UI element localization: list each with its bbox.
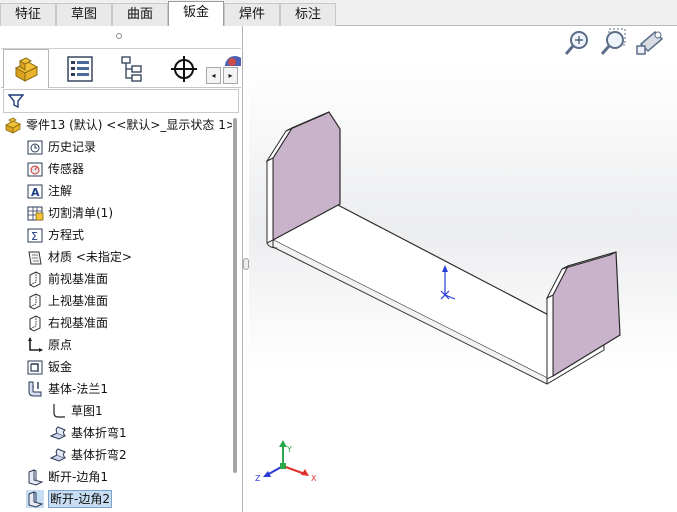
dimxpert-manager-tab[interactable] <box>161 49 207 88</box>
appearance-icon <box>225 56 241 66</box>
filter-icon[interactable] <box>8 93 24 109</box>
sketch-icon <box>49 402 67 420</box>
tab-sketch[interactable]: 草图 <box>56 3 112 26</box>
tree-item-label: 切割清单(1) <box>48 206 113 220</box>
bend-icon <box>49 446 67 464</box>
base-flange-icon <box>26 380 44 398</box>
history-icon <box>26 138 44 156</box>
tree-item[interactable]: 基体折弯2 <box>0 444 232 466</box>
heads-up-toolbar <box>561 26 677 62</box>
graphics-area[interactable]: Y X Z <box>249 26 677 512</box>
tree-item[interactable]: 材质 <未指定> <box>0 246 232 268</box>
tree-item-label: 钣金 <box>48 360 73 374</box>
tree-item-label: 历史记录 <box>48 140 97 154</box>
svg-text:A: A <box>31 186 40 199</box>
tree-item-label: 断开-边角2 <box>48 490 112 508</box>
tree-item-label: 草图1 <box>71 404 103 418</box>
tree-item-label: 基体-法兰1 <box>48 382 108 396</box>
tree-item[interactable]: 断开-边角1 <box>0 466 232 488</box>
tree-item[interactable]: 原点 <box>0 334 232 356</box>
tree-item[interactable]: 前视基准面 <box>0 268 232 290</box>
tab-weldments[interactable]: 焊件 <box>224 3 280 26</box>
tree-item-label: 零件13 (默认) <<默认>_显示状态 1> <box>26 118 232 132</box>
configuration-manager-icon <box>121 55 142 82</box>
tree-item[interactable]: ▸切割清单(1) <box>0 202 232 224</box>
tree-item[interactable]: ▾基体-法兰1 <box>0 378 232 400</box>
tree-scrollbar-thumb[interactable] <box>233 118 237 473</box>
triad-z-label: Z <box>255 474 261 483</box>
tree-item[interactable]: 上视基准面 <box>0 290 232 312</box>
annotation-icon: A <box>26 182 44 200</box>
tab-surfaces[interactable]: 曲面 <box>112 3 168 26</box>
origin-icon <box>26 336 44 354</box>
sensor-icon <box>26 160 44 178</box>
bend-icon <box>49 424 67 442</box>
tree-item[interactable]: 右视基准面 <box>0 312 232 334</box>
tree-item-label: 断开-边角1 <box>48 470 108 484</box>
tree-scrollbar[interactable] <box>232 118 239 473</box>
plane-icon <box>26 314 44 332</box>
tab-markup[interactable]: 标注 <box>280 3 336 26</box>
equation-icon: Σ <box>26 226 44 244</box>
previous-view-icon <box>636 30 664 55</box>
tab-sheet-metal[interactable]: 钣金 <box>168 1 224 27</box>
configuration-manager-tab[interactable] <box>109 49 155 88</box>
sheet-metal-icon <box>26 358 44 376</box>
panel-scroll-right-button[interactable]: ▸ <box>223 67 238 84</box>
property-manager-icon <box>67 55 93 82</box>
break-corner-icon <box>26 490 44 508</box>
manager-tabs: ◂ ▸ <box>1 48 241 88</box>
tree-item[interactable]: 基体折弯1 <box>0 422 232 444</box>
tree-item[interactable]: ▸钣金 <box>0 356 232 378</box>
tree-item[interactable]: ▸历史记录 <box>0 136 232 158</box>
tree-item-label: 右视基准面 <box>48 316 109 330</box>
zoom-to-fit-icon <box>564 31 588 55</box>
panel-scroll-left-button[interactable]: ◂ <box>206 67 221 84</box>
svg-text:Σ: Σ <box>31 230 38 243</box>
cut-list-icon <box>26 204 44 222</box>
tree-item[interactable]: ▸A注解 <box>0 180 232 202</box>
appearance-tab-partial[interactable] <box>221 52 241 66</box>
tree-item[interactable]: 传感器 <box>0 158 232 180</box>
plane-icon <box>26 270 44 288</box>
tree-item[interactable]: 零件13 (默认) <<默认>_显示状态 1> <box>0 114 232 136</box>
panel-grip[interactable] <box>116 33 122 39</box>
feature-manager-tab[interactable] <box>3 49 49 88</box>
zoom-to-area-icon <box>600 28 626 55</box>
tree-item-label: 传感器 <box>48 162 85 176</box>
triad-x-label: X <box>311 474 317 483</box>
property-manager-tab[interactable] <box>57 49 103 88</box>
tree-item[interactable]: ▸Σ方程式 <box>0 224 232 246</box>
material-icon <box>26 248 44 266</box>
tree-filter-bar[interactable] <box>3 89 239 113</box>
previous-view-button[interactable] <box>633 26 667 60</box>
zoom-to-area-button[interactable] <box>597 26 631 60</box>
tree-item-label: 原点 <box>48 338 73 352</box>
zoom-to-fit-button[interactable] <box>561 26 595 60</box>
solidworks-window: 特征 草图 曲面 钣金 焊件 标注 ◂ ▸ 零件13 (默认) <<默认>_显示… <box>0 0 677 512</box>
tree-item-label: 基体折弯2 <box>71 448 127 462</box>
command-manager-tabs: 特征 草图 曲面 钣金 焊件 标注 <box>0 0 677 27</box>
part-icon <box>4 116 22 134</box>
tree-item-label: 材质 <未指定> <box>48 250 132 264</box>
dimxpert-manager-icon <box>171 55 197 82</box>
tree-item-label: 基体折弯1 <box>71 426 127 440</box>
tree-item-label: 注解 <box>48 184 73 198</box>
plane-icon <box>26 292 44 310</box>
view-triad: Y X Z <box>255 440 317 483</box>
tree-item-label: 方程式 <box>48 228 85 242</box>
tree-item-label: 前视基准面 <box>48 272 109 286</box>
tree-item-label: 上视基准面 <box>48 294 109 308</box>
feature-manager-icon <box>14 57 39 82</box>
tree-item[interactable]: 草图1 <box>0 400 232 422</box>
triad-y-label: Y <box>286 445 292 454</box>
tree-item[interactable]: 断开-边角2 <box>0 488 232 510</box>
tab-features[interactable]: 特征 <box>0 3 56 26</box>
feature-manager-panel: ◂ ▸ 零件13 (默认) <<默认>_显示状态 1> ▸历史记录传感器 ▸ A 注解 ▸… <box>0 26 243 512</box>
feature-tree: 零件13 (默认) <<默认>_显示状态 1>▸历史记录传感器▸A注解▸切割清单… <box>0 114 232 512</box>
break-corner-icon <box>26 468 44 486</box>
